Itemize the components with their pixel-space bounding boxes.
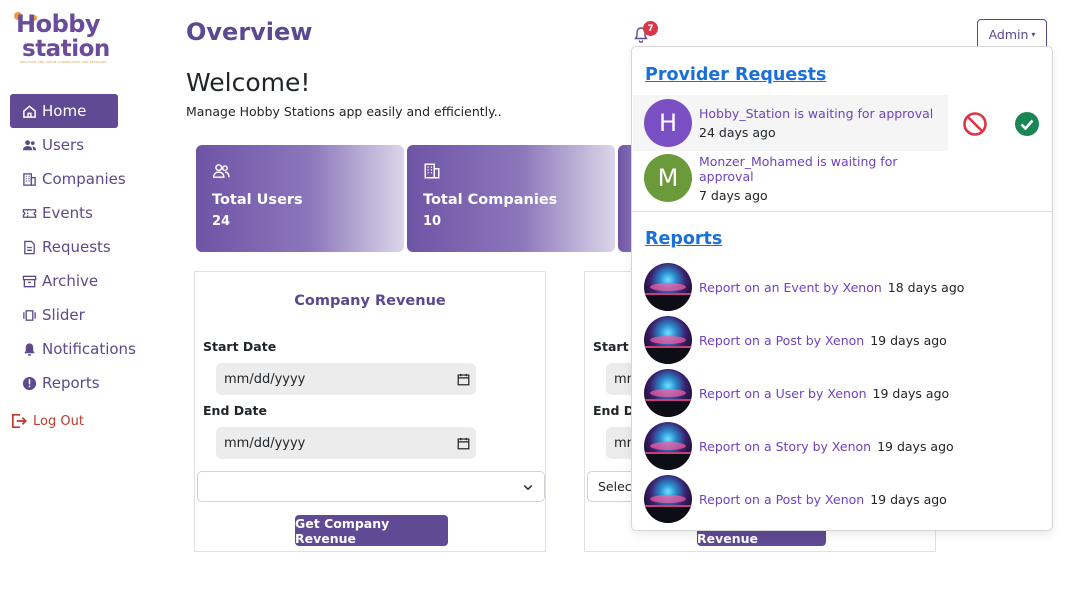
report-time: 19 days ago bbox=[870, 332, 947, 348]
avatar: M bbox=[644, 154, 692, 202]
welcome-subtitle: Manage Hobby Stations app easily and eff… bbox=[186, 104, 502, 119]
start-date-label: Start Date bbox=[203, 339, 277, 354]
divider bbox=[632, 211, 1052, 212]
sidebar-item-label: Home bbox=[42, 102, 87, 120]
logout-icon bbox=[11, 413, 27, 429]
reject-icon[interactable] bbox=[962, 111, 988, 137]
sidebar-item-home[interactable]: Home bbox=[10, 94, 118, 128]
provider-request-item[interactable]: M Monzer_Mohamed is waiting for approval… bbox=[633, 150, 948, 206]
avatar: H bbox=[644, 99, 692, 147]
date-placeholder: mm/dd/yyyy bbox=[224, 435, 306, 451]
caret-down-icon: ▾ bbox=[1031, 30, 1036, 39]
report-avatar bbox=[644, 475, 692, 523]
report-item[interactable]: Report on an Event by Xenon 18 days ago bbox=[644, 263, 964, 311]
sidebar-item-label: Archive bbox=[42, 272, 99, 290]
report-avatar bbox=[644, 369, 692, 417]
end-date-input[interactable]: mm/dd/yyyy bbox=[216, 427, 476, 459]
stat-value: 24 bbox=[212, 214, 231, 229]
ticket-icon bbox=[20, 204, 38, 222]
sidebar-item-label: Reports bbox=[42, 374, 100, 392]
stat-card-companies: Total Companies 10 bbox=[407, 145, 615, 252]
notification-count-badge: 7 bbox=[643, 21, 658, 36]
report-time: 18 days ago bbox=[887, 279, 965, 295]
stat-card-users: Total Users 24 bbox=[196, 145, 404, 252]
provider-requests-heading[interactable]: Provider Requests bbox=[645, 65, 826, 85]
report-text[interactable]: Report on an Event by Xenon bbox=[699, 280, 882, 295]
approve-icon[interactable] bbox=[1014, 111, 1040, 137]
document-icon bbox=[20, 238, 38, 256]
report-avatar bbox=[644, 263, 692, 311]
stat-label: Total Companies bbox=[423, 192, 558, 208]
report-avatar bbox=[644, 422, 692, 470]
sidebar-item-events[interactable]: Events bbox=[10, 196, 170, 230]
start-date-input[interactable]: mm/dd/yyyy bbox=[216, 363, 476, 395]
chevron-down-icon bbox=[523, 484, 533, 490]
notifications-dropdown: Provider Requests H Hobby_Station is wai… bbox=[631, 46, 1053, 531]
report-time: 19 days ago bbox=[877, 438, 954, 454]
request-text[interactable]: Monzer_Mohamed is waiting for approval bbox=[699, 154, 948, 184]
calendar-icon[interactable] bbox=[457, 373, 470, 386]
sidebar-item-label: Companies bbox=[42, 170, 126, 188]
slider-icon bbox=[20, 306, 38, 324]
end-date-label: End Date bbox=[203, 403, 268, 418]
report-text[interactable]: Report on a Post by Xenon bbox=[699, 492, 864, 507]
company-revenue-card: Company Revenue Start Date mm/dd/yyyy En… bbox=[194, 271, 546, 552]
stat-value: 10 bbox=[423, 214, 442, 229]
report-item[interactable]: Report on a Post by Xenon 19 days ago bbox=[644, 316, 947, 364]
sidebar-item-label: Users bbox=[42, 136, 85, 154]
admin-label: Admin bbox=[988, 27, 1029, 42]
report-text[interactable]: Report on a Story by Xenon bbox=[699, 439, 871, 454]
building-icon bbox=[424, 163, 440, 179]
archive-icon bbox=[20, 272, 38, 290]
sidebar-nav: Home Users Companies Events Requests Arc… bbox=[10, 94, 170, 400]
report-avatar bbox=[644, 316, 692, 364]
logo-tagline: PRACTICE AND SHARE CAPABILITIES AND PASS… bbox=[20, 60, 107, 64]
report-item[interactable]: Report on a Story by Xenon 19 days ago bbox=[644, 422, 954, 470]
report-item[interactable]: Report on a Post by Xenon 19 days ago bbox=[644, 475, 947, 523]
sidebar-item-requests[interactable]: Requests bbox=[10, 230, 170, 264]
sidebar-item-archive[interactable]: Archive bbox=[10, 264, 170, 298]
home-icon bbox=[20, 102, 38, 120]
logout-label: Log Out bbox=[33, 413, 84, 429]
sidebar-item-reports[interactable]: Reports bbox=[10, 366, 170, 400]
report-time: 19 days ago bbox=[870, 491, 947, 507]
building-icon bbox=[20, 170, 38, 188]
sidebar-item-label: Requests bbox=[42, 238, 111, 256]
request-time: 24 days ago bbox=[699, 125, 776, 140]
alert-icon bbox=[20, 374, 38, 392]
welcome-heading: Welcome! bbox=[186, 68, 311, 97]
logo-line2: station bbox=[22, 36, 110, 62]
report-text[interactable]: Report on a User by Xenon bbox=[699, 386, 867, 401]
sidebar-item-label: Slider bbox=[42, 306, 85, 324]
calendar-icon[interactable] bbox=[457, 437, 470, 450]
sidebar-item-slider[interactable]: Slider bbox=[10, 298, 170, 332]
report-item[interactable]: Report on a User by Xenon 19 days ago bbox=[644, 369, 949, 417]
stat-label: Total Users bbox=[212, 192, 303, 208]
request-text[interactable]: Hobby_Station is waiting for approval bbox=[699, 106, 933, 121]
sidebar-item-notifications[interactable]: Notifications bbox=[10, 332, 170, 366]
card-title: Company Revenue bbox=[294, 293, 446, 309]
report-text[interactable]: Report on a Post by Xenon bbox=[699, 333, 864, 348]
report-time: 19 days ago bbox=[872, 385, 950, 401]
provider-request-item[interactable]: H Hobby_Station is waiting for approval … bbox=[633, 95, 948, 151]
sidebar-item-companies[interactable]: Companies bbox=[10, 162, 170, 196]
sidebar-item-users[interactable]: Users bbox=[10, 128, 170, 162]
company-select[interactable] bbox=[197, 471, 545, 502]
bell-icon bbox=[20, 340, 38, 358]
reports-heading[interactable]: Reports bbox=[645, 229, 722, 249]
date-placeholder: mm/dd/yyyy bbox=[224, 371, 306, 387]
logout-button[interactable]: Log Out bbox=[10, 412, 84, 430]
page-title: Overview bbox=[186, 18, 313, 46]
request-time: 7 days ago bbox=[699, 187, 768, 203]
users-icon bbox=[212, 164, 230, 178]
get-company-revenue-button[interactable]: Get Company Revenue bbox=[295, 515, 448, 546]
users-icon bbox=[20, 136, 38, 154]
logo: Hobby station PRACTICE AND SHARE CAPABIL… bbox=[14, 10, 118, 66]
sidebar-item-label: Events bbox=[42, 204, 93, 222]
logo-line1: Hobby bbox=[16, 10, 101, 38]
sidebar-item-label: Notifications bbox=[42, 340, 136, 358]
